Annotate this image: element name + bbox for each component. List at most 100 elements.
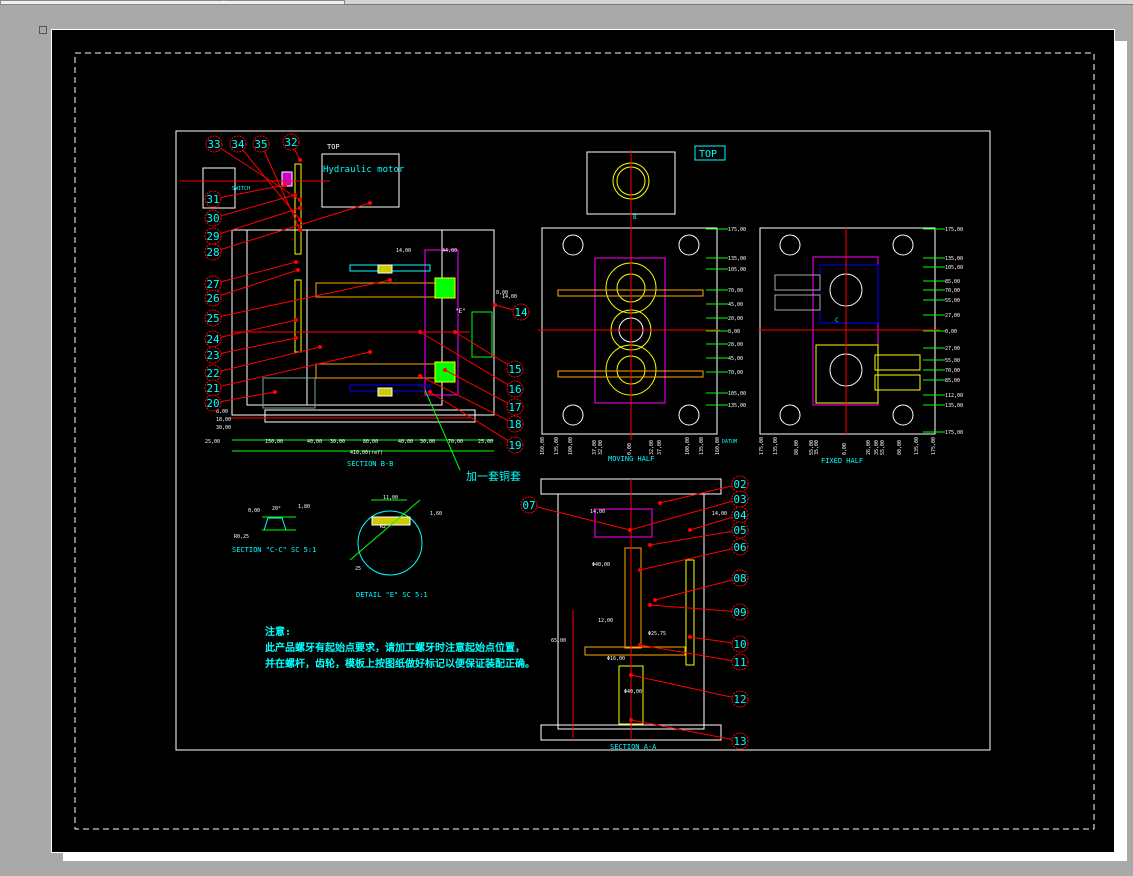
balloon-03: 03 [628,490,749,532]
leader-dot [293,193,297,197]
balloon-label: 10 [733,638,746,651]
dimension-moving-half-right: 135,00 [728,256,746,262]
cad-drawing[interactable]: TOP Hydraulic motor SWITCH SECTION B-B 加… [0,0,1133,876]
dimension-moving-half-bottom: 0,00 [627,443,633,455]
dimension-moving-half-bottom: 37,00 [657,440,663,455]
dimension-fixed-half-right: 85,00 [945,378,960,384]
leader-dot [443,368,447,372]
balloon-label: 09 [733,606,746,619]
dimension-fixed-half-right: 175,00 [945,227,963,233]
balloon-label: 24 [206,333,220,346]
dimension-section-bb-bottom: 40,00 [307,439,322,445]
leader-dot [298,206,302,210]
dimension-fixed-half-bottom: 80,00 [794,440,800,455]
dimension-moving-half-bottom: 32,00 [598,440,604,455]
dimension-moving-half-bottom: 135,00 [699,437,705,455]
fixed-half-view [758,227,940,435]
dimension-fixed-half-bottom: 26,00 [866,440,872,455]
dimension-section-bb-bottom: 25,00 [478,439,493,445]
dimension-fixed-half-right: 135,00 [945,256,963,262]
balloon-label: 33 [207,138,220,151]
balloon-08: 08 [653,569,749,602]
leader-dot [493,303,497,307]
balloon-12: 12 [629,673,749,708]
detail-e-title: DETAIL "E" SC 5:1 [356,591,428,599]
detail-marker-e: "E" [455,308,466,315]
dimension-section-bb-bottom: 70,00 [448,439,463,445]
balloon-label: 07 [522,499,535,512]
dimension-moving-half-bottom: 32,00 [649,440,655,455]
dimension-section-cc: R0,25 [234,534,249,540]
dimension-section-bb-top: 14,00 [396,248,411,254]
leader-line [639,546,741,571]
balloon-22: 22 [204,345,322,382]
dimension-detail-e: 1,60 [430,511,442,517]
balloon-label: 04 [733,509,747,522]
detail-e-view [349,499,423,576]
leader-dot [629,673,633,677]
leader-dot [653,598,657,602]
leader-dot [628,528,632,532]
dimension-fixed-half-bottom: 80,00 [897,440,903,455]
dimension-moving-half-right: 105,00 [728,267,746,273]
balloon-label: 02 [733,478,746,491]
leader-line [212,269,299,299]
dimension-moving-half-right: 45,00 [728,302,743,308]
dimension-fixed-half-bottom: 175,00 [759,437,765,455]
balloon-14: 14 [493,303,530,321]
leader-line [212,261,297,285]
balloon-label: 34 [231,138,245,151]
balloon-11: 11 [638,643,749,671]
dimension-section-bb-bottom: 30,00 [420,439,435,445]
balloon-label: 14 [514,306,528,319]
leader-line [212,351,371,389]
balloon-label: 26 [206,292,219,305]
leader-line [639,644,741,663]
dimension-detail-e: 11,00 [383,495,398,501]
dimension-fixed-half-bottom: 0,00 [842,443,848,455]
switch-label: SWITCH [232,186,250,192]
balloon-label: 25 [206,312,219,325]
section-bb-title: SECTION B-B [347,460,393,468]
balloon-label: 08 [733,572,746,585]
balloon-label: 27 [206,278,219,291]
dimension-section-aa: 14,00 [712,511,727,517]
leader-dot [418,374,422,378]
dimension-section-aa: 65,00 [551,638,566,644]
leader-dot [688,528,692,532]
dimension-section-bb-top: 44,00 [442,248,457,254]
dimension-moving-half-bottom: 160,00 [715,437,721,455]
leader-line [212,194,296,219]
leader-dot [296,268,300,272]
balloon-10: 10 [688,635,749,653]
dimension-section-bb-right: 14,00 [502,294,517,300]
moving-half-view [538,150,720,440]
moving-half-title: MOVING HALF [608,455,654,463]
leader-dot [453,330,457,334]
balloon-27: 27 [204,260,298,293]
dimension-moving-half-right: 20,00 [728,316,743,322]
leader-dot [298,218,302,222]
dimension-moving-half-bottom: 135,00 [554,437,560,455]
dimension-fixed-half-right: 55,00 [945,298,960,304]
dimension-section-cc: 20° [272,506,281,512]
dimension-moving-half-right: 105,00 [728,391,746,397]
balloon-label: 15 [508,363,521,376]
leader-line [454,331,516,370]
dimension-section-bb-bottom: 150,00 [265,439,283,445]
dimension-section-aa: 12,00 [598,618,613,624]
dimension-section-bb-left: 18,00 [216,417,231,423]
dimension-section-aa: Φ40,00 [624,689,642,695]
balloon-15: 15 [453,330,524,378]
dimension-moving-half-right: 135,00 [728,403,746,409]
dimension-fixed-half-right: 27,00 [945,313,960,319]
printable-area-border [74,52,1095,830]
leader-line [212,319,297,340]
leader-dot [648,543,652,547]
balloon-label: 29 [206,230,219,243]
balloon-label: 28 [206,246,219,259]
leader-dot [688,635,692,639]
leader-dot [294,260,298,264]
section-aa-view [540,478,722,741]
dimension-fixed-half-right: 27,00 [945,346,960,352]
